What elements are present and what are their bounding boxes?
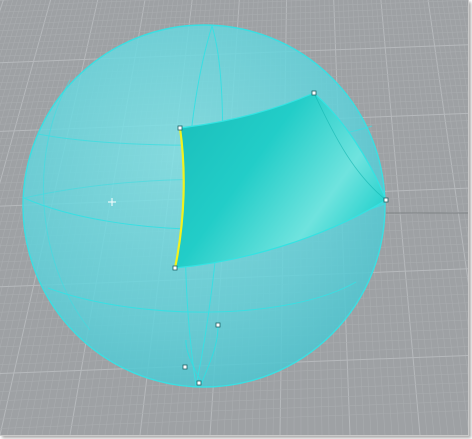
control-point[interactable] <box>172 265 178 271</box>
control-point[interactable] <box>177 125 183 131</box>
control-point[interactable] <box>383 197 389 203</box>
viewport-perspective[interactable] <box>0 0 469 436</box>
control-point[interactable] <box>311 90 317 96</box>
scene-canvas[interactable] <box>0 0 468 435</box>
control-point[interactable] <box>182 364 188 370</box>
control-point[interactable] <box>196 380 202 386</box>
control-point[interactable] <box>215 322 221 328</box>
